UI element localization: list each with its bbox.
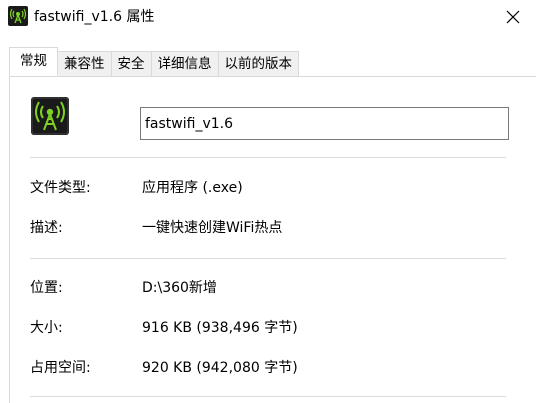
size-on-disk-value: 920 KB (942,080 字节) [142,360,298,376]
divider [30,396,506,397]
properties-window: fastwifi_v1.6 属性 常规 兼容性 安全 详细信息 以前的版本 文件… [0,0,536,403]
window-title: fastwifi_v1.6 属性 [34,9,155,25]
wifi-antenna-icon [31,97,69,135]
file-name-input[interactable] [140,107,509,140]
tab-strip: 常规 兼容性 安全 详细信息 以前的版本 [9,47,299,76]
tab-security[interactable]: 安全 [110,51,152,76]
description-label: 描述: [30,220,63,236]
file-type-value: 应用程序 (.exe) [142,180,243,196]
close-button[interactable] [490,0,536,33]
tab-previous-versions[interactable]: 以前的版本 [217,51,299,76]
size-value: 916 KB (938,496 字节) [142,320,298,336]
tab-general[interactable]: 常规 [9,47,58,76]
divider [30,157,506,158]
size-label: 大小: [30,320,63,336]
wifi-antenna-icon [8,6,28,26]
close-icon [506,10,520,23]
description-value: 一键快速创建WiFi热点 [142,220,283,236]
divider [30,258,506,259]
tab-compatibility[interactable]: 兼容性 [57,51,112,76]
size-on-disk-label: 占用空间: [30,360,91,376]
location-label: 位置: [30,280,63,296]
tab-details[interactable]: 详细信息 [150,51,219,76]
file-type-label: 文件类型: [30,180,91,196]
title-bar: fastwifi_v1.6 属性 [0,0,536,34]
location-value: D:\360新增 [142,280,217,296]
